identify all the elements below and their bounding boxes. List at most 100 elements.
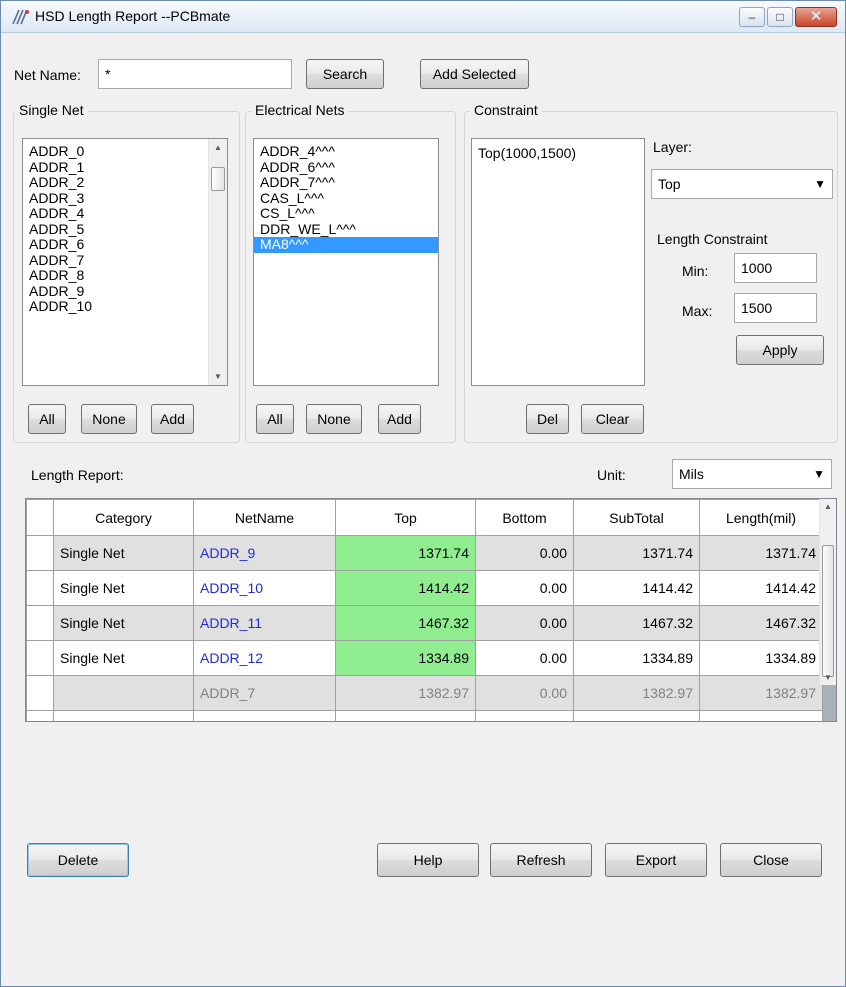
row-header-cell[interactable]	[26, 675, 54, 711]
table-row[interactable]: Single Net ADDR_9 1371.74 0.00 1371.74 1371.7…	[26, 535, 823, 571]
length-cell[interactable]: 1382.97	[699, 675, 823, 711]
scroll-up-arrow-icon[interactable]: ▲	[820, 502, 836, 511]
top-cell[interactable]: 1371.74	[335, 535, 476, 571]
column-header-category[interactable]: Category	[53, 499, 194, 536]
report-scrollbar[interactable]: ▲ ▼	[819, 499, 836, 685]
table-row[interactable]: Single Net ADDR_11 1467.32 0.00 1467.32 1467.…	[26, 605, 823, 641]
bottom-cell[interactable]: 0.00	[475, 535, 574, 571]
table-row[interactable]: ADDR_7 1382.97 0.00 1382.97 1382.97	[26, 675, 823, 711]
row-header-cell[interactable]	[26, 640, 54, 676]
bottom-cell[interactable]: 0.00	[475, 640, 574, 676]
single-net-list-item[interactable]: ADDR_7	[23, 252, 227, 269]
delete-button[interactable]: Delete	[27, 843, 129, 877]
row-header-cell[interactable]	[26, 710, 54, 721]
subtotal-cell[interactable]: 1371.74	[573, 535, 700, 571]
top-cell[interactable]: 1334.89	[335, 640, 476, 676]
column-header-bottom[interactable]: Bottom	[475, 499, 574, 536]
subtotal-cell[interactable]: 187.36	[573, 710, 700, 721]
single-net-list-item[interactable]: ADDR_5	[23, 221, 227, 238]
category-cell[interactable]	[53, 675, 194, 711]
subtotal-cell[interactable]: 1467.32	[573, 605, 700, 641]
table-row[interactable]: DDR_ADDR_7187.360.00187.36187.36	[26, 710, 823, 721]
single-net-list-item[interactable]: ADDR_3	[23, 190, 227, 207]
row-header-cell[interactable]	[26, 535, 54, 571]
column-header-subtotal[interactable]: SubTotal	[573, 499, 700, 536]
electrical-nets-all-button[interactable]: All	[256, 404, 294, 434]
constraint-list-item[interactable]: Top(1000,1500)	[472, 145, 644, 162]
category-cell[interactable]: Single Net	[53, 535, 194, 571]
length-cell[interactable]: 1334.89	[699, 640, 823, 676]
column-header-top[interactable]: Top	[335, 499, 476, 536]
top-cell[interactable]: 1382.97	[335, 675, 476, 711]
scroll-thumb[interactable]	[211, 167, 225, 191]
electrical-nets-list-item[interactable]: ADDR_6^^^	[254, 159, 438, 176]
search-button[interactable]: Search	[306, 59, 384, 89]
single-net-all-button[interactable]: All	[28, 404, 66, 434]
scroll-thumb[interactable]	[822, 545, 834, 677]
scroll-down-arrow-icon[interactable]: ▼	[209, 372, 227, 381]
netname-cell[interactable]: ADDR_10	[193, 570, 336, 606]
subtotal-cell[interactable]: 1334.89	[573, 640, 700, 676]
constraint-list[interactable]: Top(1000,1500)	[471, 138, 645, 386]
subtotal-cell[interactable]: 1414.42	[573, 570, 700, 606]
bottom-cell[interactable]: 0.00	[475, 710, 574, 721]
category-cell[interactable]: Single Net	[53, 640, 194, 676]
electrical-nets-list[interactable]: ADDR_4^^^ ADDR_6^^^ ADDR_7^^^ CAS_L^^^ CS_L^…	[253, 138, 439, 386]
help-button[interactable]: Help	[377, 843, 479, 877]
length-cell[interactable]: 1371.74	[699, 535, 823, 571]
electrical-nets-list-item[interactable]: ADDR_7^^^	[254, 174, 438, 191]
length-cell[interactable]: 187.36	[699, 710, 823, 721]
electrical-nets-list-item[interactable]: CAS_L^^^	[254, 190, 438, 207]
refresh-button[interactable]: Refresh	[490, 843, 592, 877]
title-bar[interactable]: HSD Length Report --PCBmate – □ ✕	[1, 1, 845, 33]
add-selected-button[interactable]: Add Selected	[420, 59, 529, 89]
single-net-list-item[interactable]: ADDR_0	[23, 143, 227, 160]
single-net-list-item[interactable]: ADDR_9	[23, 283, 227, 300]
electrical-nets-list-item[interactable]: ADDR_4^^^	[254, 143, 438, 160]
electrical-nets-list-item[interactable]: MA8^^^	[254, 236, 438, 253]
net-name-input[interactable]: *	[98, 59, 292, 89]
top-cell[interactable]: 187.36	[335, 710, 476, 721]
netname-cell[interactable]: ADDR_12	[193, 640, 336, 676]
electrical-nets-list-item[interactable]: CS_L^^^	[254, 205, 438, 222]
export-button[interactable]: Export	[605, 843, 707, 877]
electrical-nets-add-button[interactable]: Add	[378, 404, 421, 434]
single-net-none-button[interactable]: None	[81, 404, 137, 434]
top-cell[interactable]: 1467.32	[335, 605, 476, 641]
category-cell[interactable]: Single Net	[53, 570, 194, 606]
row-header-cell[interactable]	[26, 605, 54, 641]
layer-select[interactable]: Top ▼	[651, 169, 833, 199]
table-row[interactable]: Single Net ADDR_10 1414.42 0.00 1414.42 1414.…	[26, 570, 823, 606]
single-net-list-item[interactable]: ADDR_1	[23, 159, 227, 176]
single-net-list-item[interactable]: ADDR_10	[23, 298, 227, 315]
bottom-cell[interactable]: 0.00	[475, 605, 574, 641]
single-net-list-item[interactable]: ADDR_8	[23, 267, 227, 284]
subtotal-cell[interactable]: 1382.97	[573, 675, 700, 711]
row-header-cell[interactable]	[26, 570, 54, 606]
minimize-button[interactable]: –	[739, 7, 765, 27]
category-cell[interactable]	[53, 710, 194, 721]
netname-cell[interactable]: ADDR_9	[193, 535, 336, 571]
column-header-length[interactable]: Length(mil)	[699, 499, 823, 536]
netname-cell[interactable]: ADDR_11	[193, 605, 336, 641]
unit-select[interactable]: Mils ▼	[672, 459, 832, 489]
length-cell[interactable]: 1467.32	[699, 605, 823, 641]
netname-cell[interactable]: ADDR_7	[193, 675, 336, 711]
constraint-del-button[interactable]: Del	[526, 404, 569, 434]
close-button[interactable]: Close	[720, 843, 822, 877]
constraint-clear-button[interactable]: Clear	[581, 404, 644, 434]
single-net-list[interactable]: ADDR_0 ADDR_1 ADDR_2 ADDR_3 ADDR_4 ADDR_5 ADDR…	[22, 138, 228, 386]
netname-cell[interactable]: DDR_ADDR_7	[193, 710, 336, 721]
electrical-nets-list-item[interactable]: DDR_WE_L^^^	[254, 221, 438, 238]
apply-button[interactable]: Apply	[736, 335, 824, 365]
electrical-nets-none-button[interactable]: None	[306, 404, 362, 434]
category-cell[interactable]: Single Net	[53, 605, 194, 641]
top-cell[interactable]: 1414.42	[335, 570, 476, 606]
scroll-up-arrow-icon[interactable]: ▲	[209, 143, 227, 152]
single-net-list-item[interactable]: ADDR_2	[23, 174, 227, 191]
bottom-cell[interactable]: 0.00	[475, 570, 574, 606]
single-net-add-button[interactable]: Add	[151, 404, 194, 434]
table-row[interactable]: Single Net ADDR_12 1334.89 0.00 1334.89 1334.…	[26, 640, 823, 676]
maximize-button[interactable]: □	[767, 7, 793, 27]
max-input[interactable]: 1500	[734, 293, 817, 323]
